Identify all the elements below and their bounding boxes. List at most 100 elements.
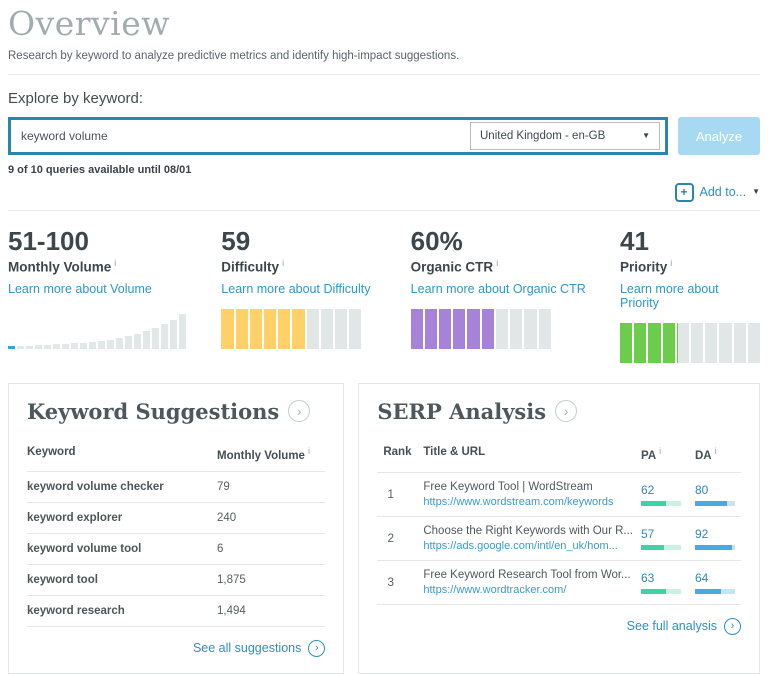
suggestions-footer: See all suggestions › [27,639,326,657]
segment-fill [481,308,494,349]
segment-fill [292,308,305,349]
column-header-monthly-volume: Monthly Volume i [217,446,325,462]
suggestion-row[interactable]: keyword explorer 240 [27,503,326,534]
plus-icon: + [674,182,694,202]
segment-fill [410,308,423,349]
priority-value: 41 [619,226,649,256]
suggestion-monthly-volume: 79 [217,480,230,493]
column-header-pa-text: PA [641,449,657,462]
difficulty-segment [249,308,262,349]
volume-histogram-bar [89,341,96,349]
serp-da-cell: 64 [695,571,741,594]
serp-table: Rank Title & URL PA i DA i 1 Free Keyword T… [377,440,741,605]
see-all-suggestions-link[interactable]: See all suggestions › [193,639,326,657]
analyze-button[interactable]: Analyze [678,117,760,155]
keyword-suggestions-panel: Keyword Suggestions › Keyword Monthly Vo… [8,382,345,674]
pa-score-bar [641,544,681,550]
column-header-monthly-volume-text: Monthly Volume [217,449,305,462]
pa-score-bar-fill [641,544,664,550]
keyword-search-input[interactable] [11,129,470,143]
serp-rank: 2 [387,531,395,546]
overview-page: Overview Research by keyword to analyze … [0,4,768,674]
pa-score-bar-fill [641,500,666,506]
da-score-bar [695,500,735,506]
organic-ctr-segment-bar [410,308,551,349]
column-header-da-text: DA [695,449,712,462]
learn-more-priority-link[interactable]: Learn more about Priority [620,282,760,310]
organic_ctr-segment [495,308,509,349]
serp-result-url[interactable]: https://www.wordtracker.com/ [423,584,633,596]
column-header-keyword: Keyword [27,445,76,458]
serp-analysis-title: SERP Analysis › [377,399,741,424]
serp-result-url[interactable]: https://www.wordstream.com/keywords [423,496,633,508]
serp-da-cell: 80 [695,483,741,506]
segment-fill [439,308,452,349]
pa-score-bar-fill [641,588,667,594]
serp-result-url[interactable]: https://ads.google.com/intl/en_uk/hom... [423,540,633,552]
learn-more-difficulty-link[interactable]: Learn more about Difficulty [221,282,370,296]
da-score: 64 [695,570,709,585]
da-score: 92 [695,526,709,541]
suggestion-row[interactable]: keyword research 1,494 [27,596,326,627]
priority-segment [733,322,746,363]
difficulty-segment [278,308,291,349]
see-full-analysis-link[interactable]: See full analysis › [627,617,741,635]
learn-more-organic-ctr-link[interactable]: Learn more about Organic CTR [411,282,586,296]
suggestion-keyword: keyword volume checker [27,480,164,493]
organic_ctr-segment [481,308,494,349]
info-icon[interactable]: i [308,446,310,456]
da-score-bar-fill [695,544,732,550]
serp-pa-cell: 63 [641,571,695,594]
suggestion-row[interactable]: keyword tool 1,875 [27,565,326,596]
suggestion-row[interactable]: keyword volume tool 6 [27,534,326,565]
priority-label-text: Priority [619,259,668,275]
da-score-bar-fill [695,500,727,506]
suggestion-row[interactable]: keyword volume checker 79 [27,472,326,503]
learn-more-volume-link[interactable]: Learn more about Volume [8,282,152,296]
volume-histogram-bar [134,333,141,349]
monthly-volume-label-text: Monthly Volume [8,259,112,275]
keyword-suggestions-title-text: Keyword Suggestions [27,398,280,424]
serp-table-header: Rank Title & URL PA i DA i [377,440,741,473]
segment-fill [221,308,234,349]
chevron-right-circle-icon: › [308,639,326,657]
suggestion-keyword: keyword research [27,604,125,617]
info-icon[interactable]: i [670,258,672,268]
chevron-right-circle-icon[interactable]: › [555,400,578,423]
serp-result-title: Free Keyword Research Tool from Wor... [423,568,631,581]
locale-select[interactable]: United Kingdom - en-GB ▼ [470,122,660,150]
volume-histogram-bar [80,342,87,349]
priority-segment [634,322,647,363]
da-score-bar [695,544,735,550]
pa-score: 62 [641,482,655,497]
organic_ctr-segment [410,308,423,349]
serp-pa-cell: 57 [641,527,695,550]
queries-available-note: 9 of 10 queries available until 08/01 [8,164,192,176]
info-icon[interactable]: i [715,446,717,456]
add-to-button[interactable]: + Add to... ▼ [674,181,760,203]
serp-footer: See full analysis › [377,617,741,635]
volume-histogram-bar [26,345,33,349]
difficulty-segment [320,308,333,349]
volume-histogram-bar [62,343,69,349]
difficulty-value: 59 [221,226,251,256]
volume-histogram-bar [179,313,186,349]
serp-rank: 1 [387,487,395,502]
volume-histogram [8,309,221,349]
chevron-right-circle-icon[interactable]: › [288,400,311,423]
volume-histogram-bar [44,344,51,349]
metric-difficulty: 59 Difficulty i Learn more about Difficul… [221,226,410,363]
segment-fill [278,308,291,349]
organic_ctr-segment [524,308,537,349]
info-icon[interactable]: i [496,258,498,268]
info-icon[interactable]: i [282,258,284,268]
suggestions-table-body: keyword volume checker 79 keyword explorer… [27,472,326,627]
suggestion-monthly-volume: 240 [217,511,237,524]
volume-histogram-bar [35,344,42,349]
serp-rank: 3 [387,575,395,590]
priority-segment [705,322,718,363]
difficulty-segment [263,308,277,349]
pa-score-bar [641,588,681,594]
info-icon[interactable]: i [659,446,661,456]
info-icon[interactable]: i [114,258,116,268]
